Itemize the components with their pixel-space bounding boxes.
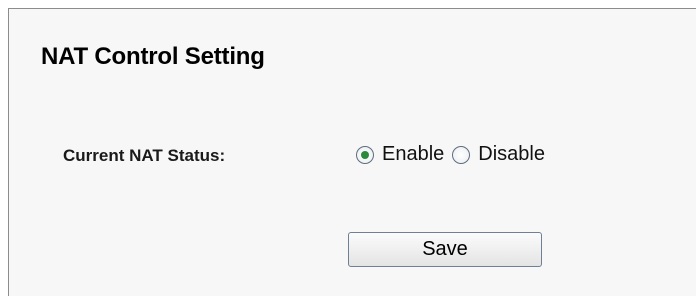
save-button[interactable]: Save	[348, 232, 542, 267]
disable-radio-label[interactable]: Disable	[478, 143, 545, 166]
disable-radio[interactable]	[452, 145, 471, 164]
enable-radio-label[interactable]: Enable	[382, 143, 444, 166]
nat-control-panel: NAT Control Setting Current NAT Status: …	[8, 8, 696, 296]
nat-status-label: Current NAT Status:	[63, 146, 226, 165]
enable-radio[interactable]	[356, 145, 374, 164]
page-title: NAT Control Setting	[41, 43, 265, 70]
radio-selected-dot	[361, 150, 369, 159]
nat-status-radio-group: Enable Disable	[356, 143, 545, 166]
